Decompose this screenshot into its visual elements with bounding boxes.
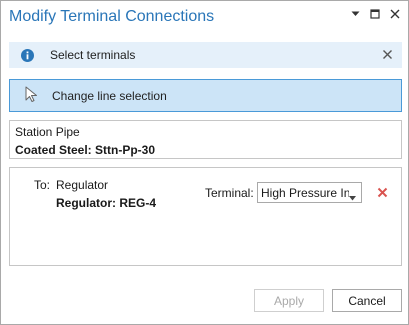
cancel-button[interactable]: Cancel (332, 289, 402, 312)
to-label: To: (34, 178, 51, 192)
window-controls (350, 9, 400, 19)
info-message: Select terminals (50, 48, 136, 62)
change-line-selection-label: Change line selection (52, 88, 167, 103)
dialog-title: Modify Terminal Connections (9, 8, 215, 25)
info-icon (21, 48, 34, 62)
terminal-dropdown[interactable]: High Pressure In (257, 182, 362, 203)
terminal-selected-value: High Pressure In (261, 185, 349, 200)
arrow-cursor-icon (24, 86, 40, 105)
to-feature-type: Regulator (56, 178, 109, 192)
chevron-down-icon[interactable] (350, 9, 360, 19)
to-feature-name: Regulator: REG-4 (56, 196, 157, 210)
change-line-selection-button[interactable]: Change line selection (9, 79, 402, 112)
close-icon[interactable] (390, 9, 400, 19)
connection-panel: To: Regulator Regulator: REG-4 Terminal:… (9, 167, 402, 266)
info-bar: Select terminals (9, 42, 402, 68)
feature-name: Coated Steel: Sttn-Pp-30 (15, 143, 156, 157)
feature-type: Station Pipe (15, 125, 80, 139)
restore-icon[interactable] (370, 9, 380, 19)
title-bar[interactable]: Modify Terminal Connections (1, 1, 408, 35)
close-icon[interactable] (382, 49, 393, 63)
selected-feature-box: Station Pipe Coated Steel: Sttn-Pp-30 (9, 120, 402, 159)
apply-button[interactable]: Apply (254, 289, 324, 312)
dialog-window: Modify Terminal Connections Select termi… (0, 0, 409, 325)
terminal-label: Terminal: (205, 186, 254, 200)
chevron-down-icon (349, 190, 356, 204)
red-x-icon[interactable] (377, 187, 388, 201)
